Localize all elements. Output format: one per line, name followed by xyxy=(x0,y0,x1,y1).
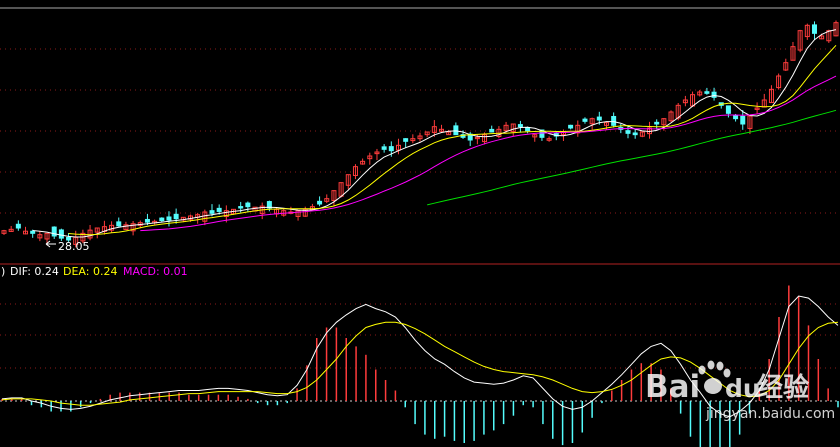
candle-body-98 xyxy=(704,91,710,94)
candle-body-68 xyxy=(489,128,495,133)
legend-dea: DEA: 0.24 xyxy=(63,265,117,278)
candle-body-29 xyxy=(209,210,215,214)
candle-body-85 xyxy=(611,116,617,126)
low-price-annotation: 28.05 xyxy=(45,240,90,253)
candle-body-102 xyxy=(733,115,739,120)
candle-body-20 xyxy=(144,218,150,223)
candle-body-44 xyxy=(317,200,323,205)
candle-body-4 xyxy=(30,230,36,234)
candle-body-24 xyxy=(173,213,179,220)
candle-body-56 xyxy=(403,138,409,142)
candle-body-34 xyxy=(245,202,251,208)
candle-body-53 xyxy=(381,146,387,150)
dif-line xyxy=(1,295,839,418)
ma20-line xyxy=(140,75,837,232)
candle-body-63 xyxy=(453,125,459,136)
candle-body-113 xyxy=(811,24,817,34)
candle-body-54 xyxy=(388,146,394,152)
candle-body-22 xyxy=(159,217,165,222)
candle-body-73 xyxy=(525,127,531,132)
legend-macd: MACD: 0.01 xyxy=(123,265,188,278)
watermark-url: jingyan.baidu.com xyxy=(705,406,835,422)
candle-body-103 xyxy=(740,115,746,125)
candle-body-87 xyxy=(625,130,631,134)
candle-body-8 xyxy=(58,229,64,239)
ma60-line xyxy=(427,109,837,206)
watermark-brand-suffix: du xyxy=(725,374,761,403)
candle-body-91 xyxy=(654,121,660,125)
watermark-brand: Bai xyxy=(645,369,700,405)
candle-body-7 xyxy=(51,226,57,237)
candle-body-83 xyxy=(596,116,602,121)
candle-body-99 xyxy=(711,91,717,98)
candle-body-16 xyxy=(116,221,122,227)
baidu-watermark: Bai du 经验 jingyan.baidu.com xyxy=(645,360,835,422)
candle-body-30 xyxy=(216,207,222,212)
candle-body-88 xyxy=(632,132,638,136)
macd-legend: ) DIF: 0.24 DEA: 0.24 MACD: 0.01 xyxy=(1,265,188,278)
low-price-label: 28.05 xyxy=(58,240,90,253)
candle-body-2 xyxy=(15,223,21,229)
candle-body-81 xyxy=(582,118,588,122)
ma10-line xyxy=(68,44,837,236)
candle-body-101 xyxy=(725,105,731,114)
watermark-product: 经验 xyxy=(757,372,809,403)
candle-body-33 xyxy=(238,206,244,209)
candle-body-72 xyxy=(517,124,523,128)
legend-dif: DIF: 0.24 xyxy=(10,265,59,278)
grid-lines xyxy=(0,7,840,402)
candle-body-23 xyxy=(166,216,172,221)
legend-prefix: ) xyxy=(1,265,5,278)
candle-body-79 xyxy=(568,124,574,129)
stock-chart: 28.05 ) DIF: 0.24 DEA: 0.24 MACD: 0.01 B… xyxy=(0,7,840,447)
